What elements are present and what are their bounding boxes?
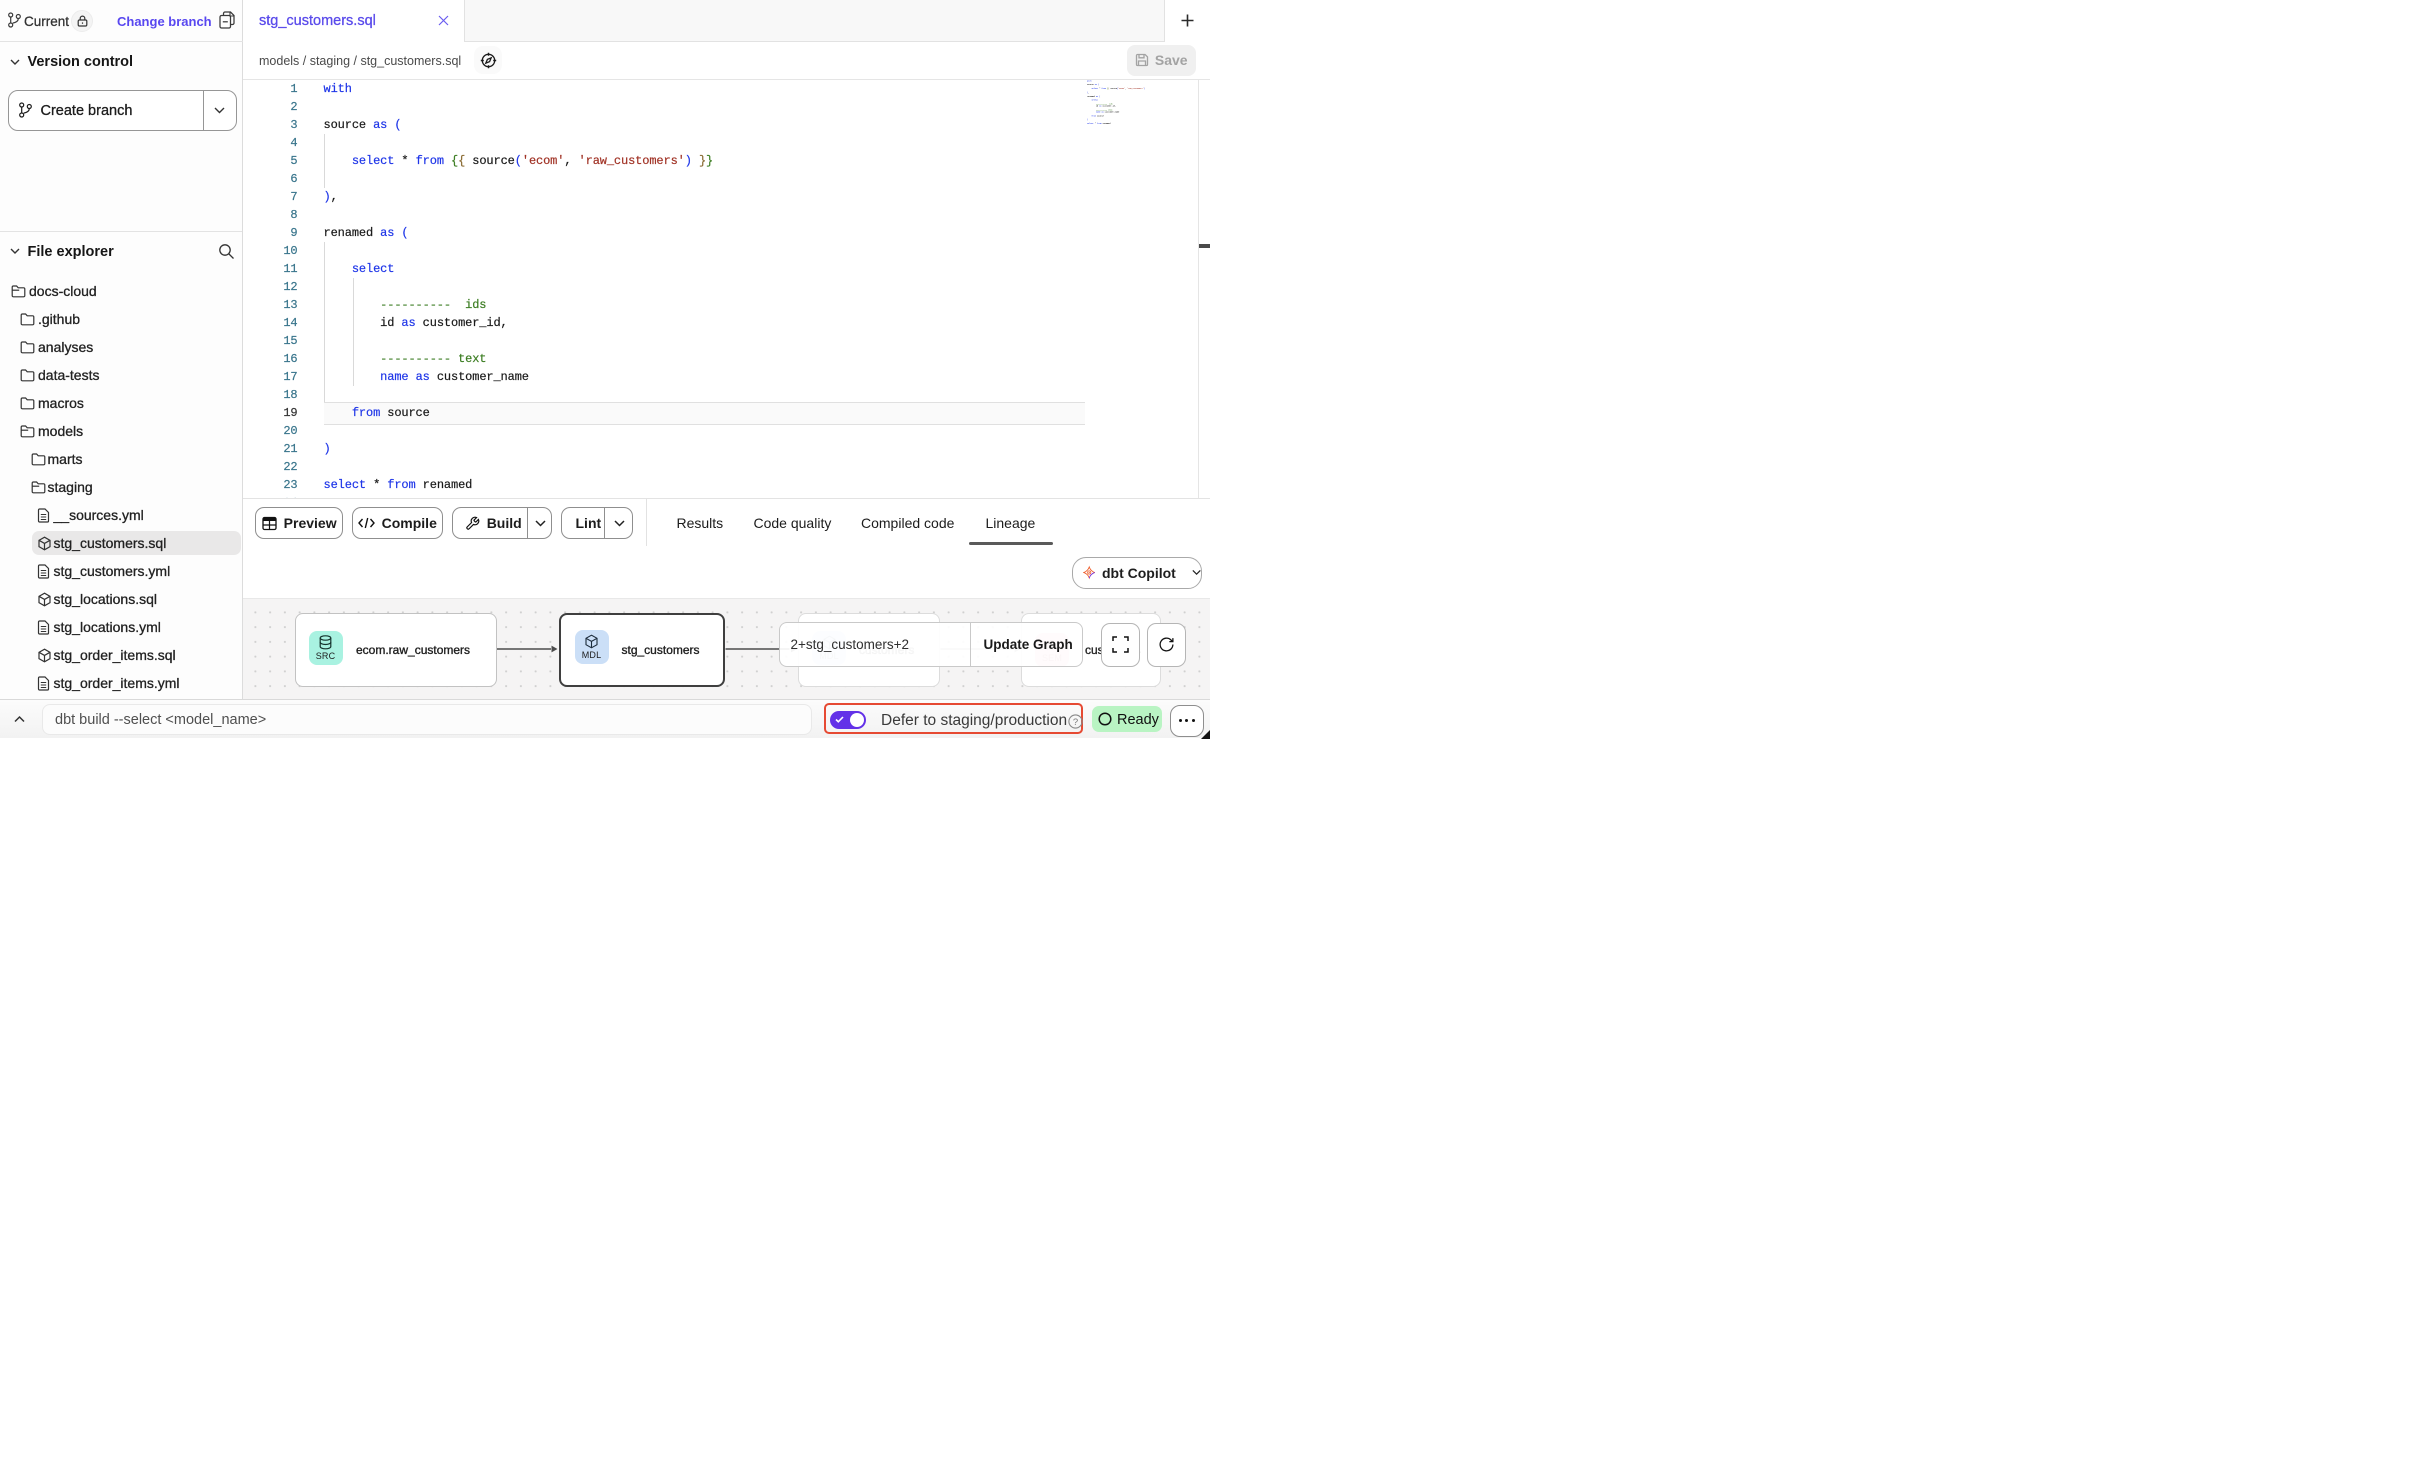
- svg-text:?: ?: [1072, 716, 1077, 727]
